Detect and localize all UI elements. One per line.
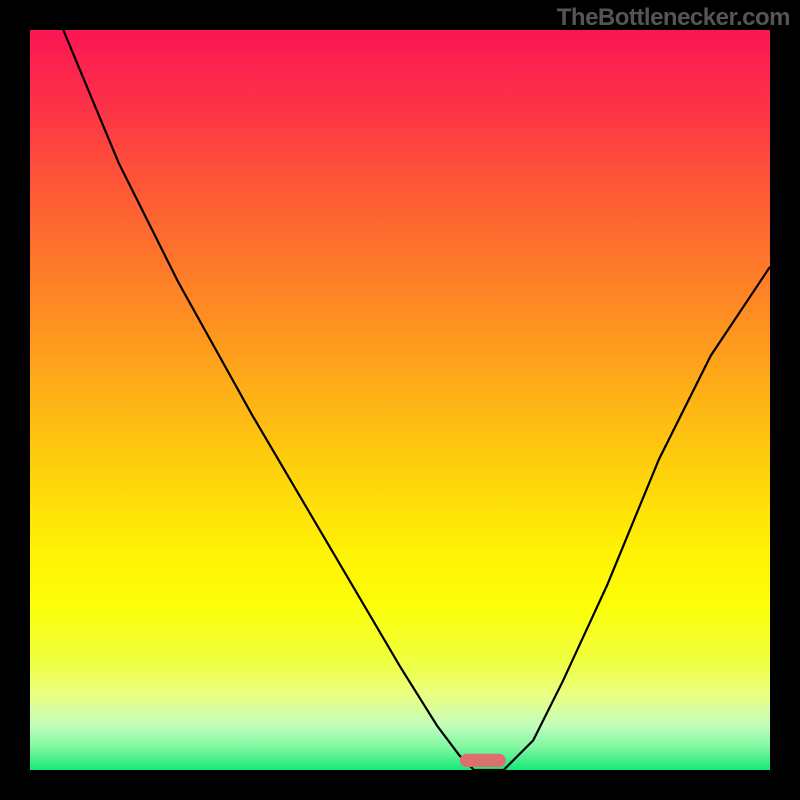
watermark-label: TheBottlenecker.com bbox=[557, 4, 790, 32]
gradient-background bbox=[30, 30, 770, 770]
chart-container: TheBottlenecker.com bbox=[0, 0, 800, 800]
optimal-marker bbox=[460, 754, 506, 767]
chart-svg bbox=[30, 30, 770, 770]
plot-area bbox=[30, 30, 770, 770]
